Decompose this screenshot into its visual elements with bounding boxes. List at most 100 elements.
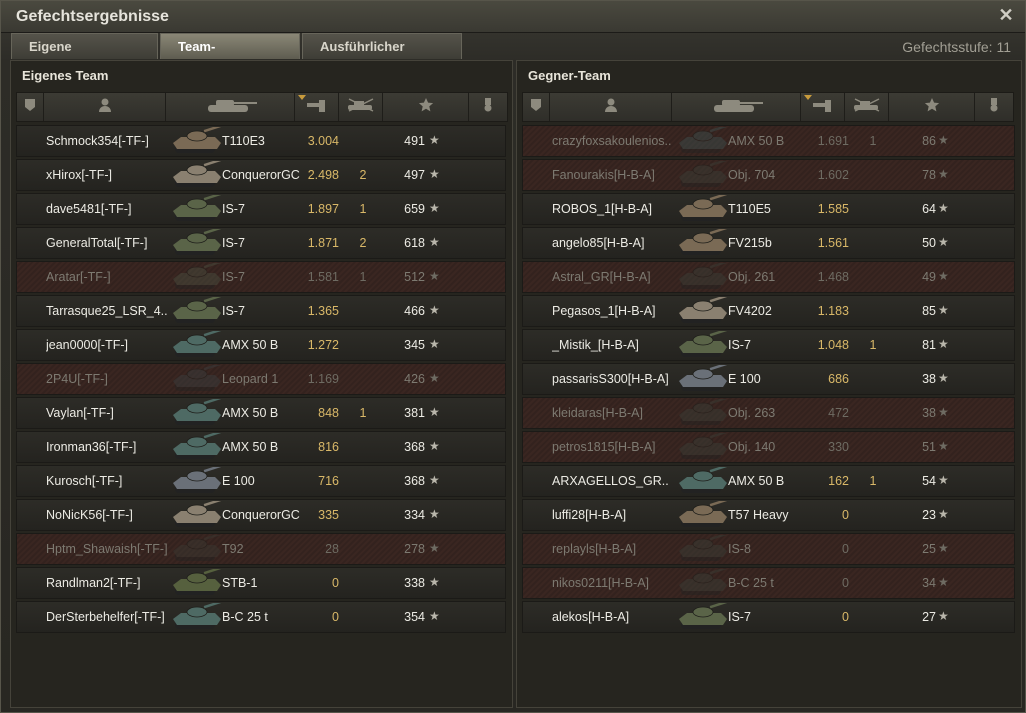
vehicle-name: AMX 50 B	[222, 440, 279, 454]
enemy-team-column-damage[interactable]	[801, 93, 845, 121]
platoon-icon	[528, 97, 544, 118]
player-row[interactable]: Vaylan[-TF-] AMX 50 B 848 1 381 ★	[16, 395, 506, 429]
tank-image	[677, 191, 733, 225]
tank-image	[677, 531, 733, 565]
player-row[interactable]: passarisS300[H-B-A] E 100 686 38 ★	[522, 361, 1015, 395]
tank-image	[171, 395, 227, 429]
player-row[interactable]: replayls[H-B-A] IS-8 0 25 ★	[522, 531, 1015, 565]
star-icon: ★	[429, 201, 440, 215]
player-row[interactable]: luffi28[H-B-A] T57 Heavy 0 23 ★	[522, 497, 1015, 531]
vehicle-name: Obj. 263	[728, 406, 776, 420]
own-team-column-medal[interactable]	[469, 93, 507, 121]
xp-value: 85	[922, 304, 936, 318]
tank-image	[171, 497, 227, 531]
tank-image	[677, 123, 733, 157]
player-name: _Mistik_[H-B-A]	[552, 338, 639, 352]
player-row[interactable]: Pegasos_1[H-B-A] FV4202 1.183 85 ★	[522, 293, 1015, 327]
player-row[interactable]: Fanourakis[H-B-A] Obj. 704 1.602 78 ★	[522, 157, 1015, 191]
vehicle-name: IS-8	[728, 542, 751, 556]
star-icon: ★	[938, 405, 949, 419]
kills-value: 1	[869, 338, 877, 352]
enemy-team-column-tank[interactable]	[672, 93, 801, 121]
star-icon: ★	[938, 541, 949, 555]
player-row[interactable]: Schmock354[-TF-] T110E3 3.004 491 ★	[16, 123, 506, 157]
damage-value: 0	[332, 610, 339, 624]
enemy-team-column-kills[interactable]	[845, 93, 889, 121]
xp-value: 466	[404, 304, 425, 318]
star-icon: ★	[938, 337, 949, 351]
star-icon: ★	[938, 473, 949, 487]
tank-image	[677, 293, 733, 327]
player-name: Astral_GR[H-B-A]	[552, 270, 651, 284]
player-row[interactable]: Kurosch[-TF-] E 100 716 368 ★	[16, 463, 506, 497]
damage-value: 716	[318, 474, 339, 488]
own-team-column-star[interactable]	[383, 93, 469, 121]
player-row[interactable]: jean0000[-TF-] AMX 50 B 1.272 345 ★	[16, 327, 506, 361]
enemy-team-column-platoon[interactable]	[523, 93, 550, 121]
tab-team-auswertung[interactable]: Team-Auswertung	[160, 33, 300, 80]
player-row[interactable]: nikos0211[H-B-A] B-C 25 t 0 34 ★	[522, 565, 1015, 599]
player-row[interactable]: _Mistik_[H-B-A] IS-7 1.048 1 81 ★	[522, 327, 1015, 361]
player-row[interactable]: Hptm_Shawaish[-TF-] T92 28 278 ★	[16, 531, 506, 565]
player-row[interactable]: Ironman36[-TF-] AMX 50 B 816 368 ★	[16, 429, 506, 463]
xp-value: 381	[404, 406, 425, 420]
player-row[interactable]: Randlman2[-TF-] STB-1 0 338 ★	[16, 565, 506, 599]
xp-value: 334	[404, 508, 425, 522]
player-row[interactable]: crazyfoxsakoulenios.. AMX 50 B 1.691 1 86 ★	[522, 123, 1015, 157]
star-icon: ★	[938, 371, 949, 385]
player-row[interactable]: 2P4U[-TF-] Leopard 1 1.169 426 ★	[16, 361, 506, 395]
vehicle-name: AMX 50 B	[728, 134, 785, 148]
vehicle-name: FV4202	[728, 304, 772, 318]
enemy-team-column-player[interactable]	[550, 93, 672, 121]
player-row[interactable]: angelo85[H-B-A] FV215b 1.561 50 ★	[522, 225, 1015, 259]
tank-image	[171, 327, 227, 361]
player-row[interactable]: NoNicK56[-TF-] ConquerorGC 335 334 ★	[16, 497, 506, 531]
enemy-team-title: Gegner-Team	[528, 68, 611, 83]
tank-image	[677, 327, 733, 361]
player-row[interactable]: ARXAGELLOS_GR.. AMX 50 B 162 1 54 ★	[522, 463, 1015, 497]
own-team-panel: Eigenes Team Schmock354[-TF-] T110E3 3.004…	[10, 60, 513, 708]
player-row[interactable]: Aratar[-TF-] IS-7 1.581 1 512 ★	[16, 259, 506, 293]
tank-image	[677, 497, 733, 531]
player-name: Tarrasque25_LSR_4..	[46, 304, 168, 318]
star-icon: ★	[429, 575, 440, 589]
tank-image	[171, 259, 227, 293]
own-team-column-kills[interactable]	[339, 93, 383, 121]
player-row[interactable]: GeneralTotal[-TF-] IS-7 1.871 2 618 ★	[16, 225, 506, 259]
own-team-column-tank[interactable]	[166, 93, 295, 121]
star-icon: ★	[429, 133, 440, 147]
star-icon: ★	[429, 609, 440, 623]
player-row[interactable]: petros1815[H-B-A] Obj. 140 330 51 ★	[522, 429, 1015, 463]
own-team-column-player[interactable]	[44, 93, 166, 121]
player-name: Kurosch[-TF-]	[46, 474, 123, 488]
close-icon[interactable]: ✕	[996, 5, 1016, 25]
own-team-column-damage[interactable]	[295, 93, 339, 121]
player-row[interactable]: ROBOS_1[H-B-A] T110E5 1.585 64 ★	[522, 191, 1015, 225]
player-name: nikos0211[H-B-A]	[552, 576, 650, 590]
vehicle-name: IS-7	[728, 610, 751, 624]
player-name: DerSterbehelfer[-TF-]	[46, 610, 165, 624]
damage-value: 0	[842, 542, 849, 556]
platoon-icon	[22, 97, 38, 118]
xp-value: 34	[922, 576, 936, 590]
damage-value: 1.169	[307, 372, 339, 386]
player-row[interactable]: DerSterbehelfer[-TF-] B-C 25 t 0 354 ★	[16, 599, 506, 633]
tab-eigene-auswertung[interactable]: Eigene Auswertung	[11, 33, 158, 80]
xp-value: 50	[922, 236, 936, 250]
player-row[interactable]: xHirox[-TF-] ConquerorGC 2.498 2 497 ★	[16, 157, 506, 191]
damage-value: 162	[828, 474, 849, 488]
player-name: 2P4U[-TF-]	[46, 372, 108, 386]
player-row[interactable]: alekos[H-B-A] IS-7 0 27 ★	[522, 599, 1015, 633]
enemy-team-column-medal[interactable]	[975, 93, 1013, 121]
battle-results-window: Gefechtsergebnisse ✕ Eigene Auswertung T…	[0, 0, 1026, 713]
tab-ausfuehrlicher-bericht[interactable]: Ausführlicher Bericht	[302, 33, 462, 80]
own-team-column-platoon[interactable]	[17, 93, 44, 121]
player-row[interactable]: Tarrasque25_LSR_4.. IS-7 1.365 466 ★	[16, 293, 506, 327]
player-row[interactable]: Astral_GR[H-B-A] Obj. 261 1.468 49 ★	[522, 259, 1015, 293]
damage-value: 0	[842, 508, 849, 522]
player-row[interactable]: kleidaras[H-B-A] Obj. 263 472 38 ★	[522, 395, 1015, 429]
enemy-team-column-star[interactable]	[889, 93, 975, 121]
xp-value: 54	[922, 474, 936, 488]
player-row[interactable]: dave5481[-TF-] IS-7 1.897 1 659 ★	[16, 191, 506, 225]
vehicle-name: IS-7	[728, 338, 751, 352]
